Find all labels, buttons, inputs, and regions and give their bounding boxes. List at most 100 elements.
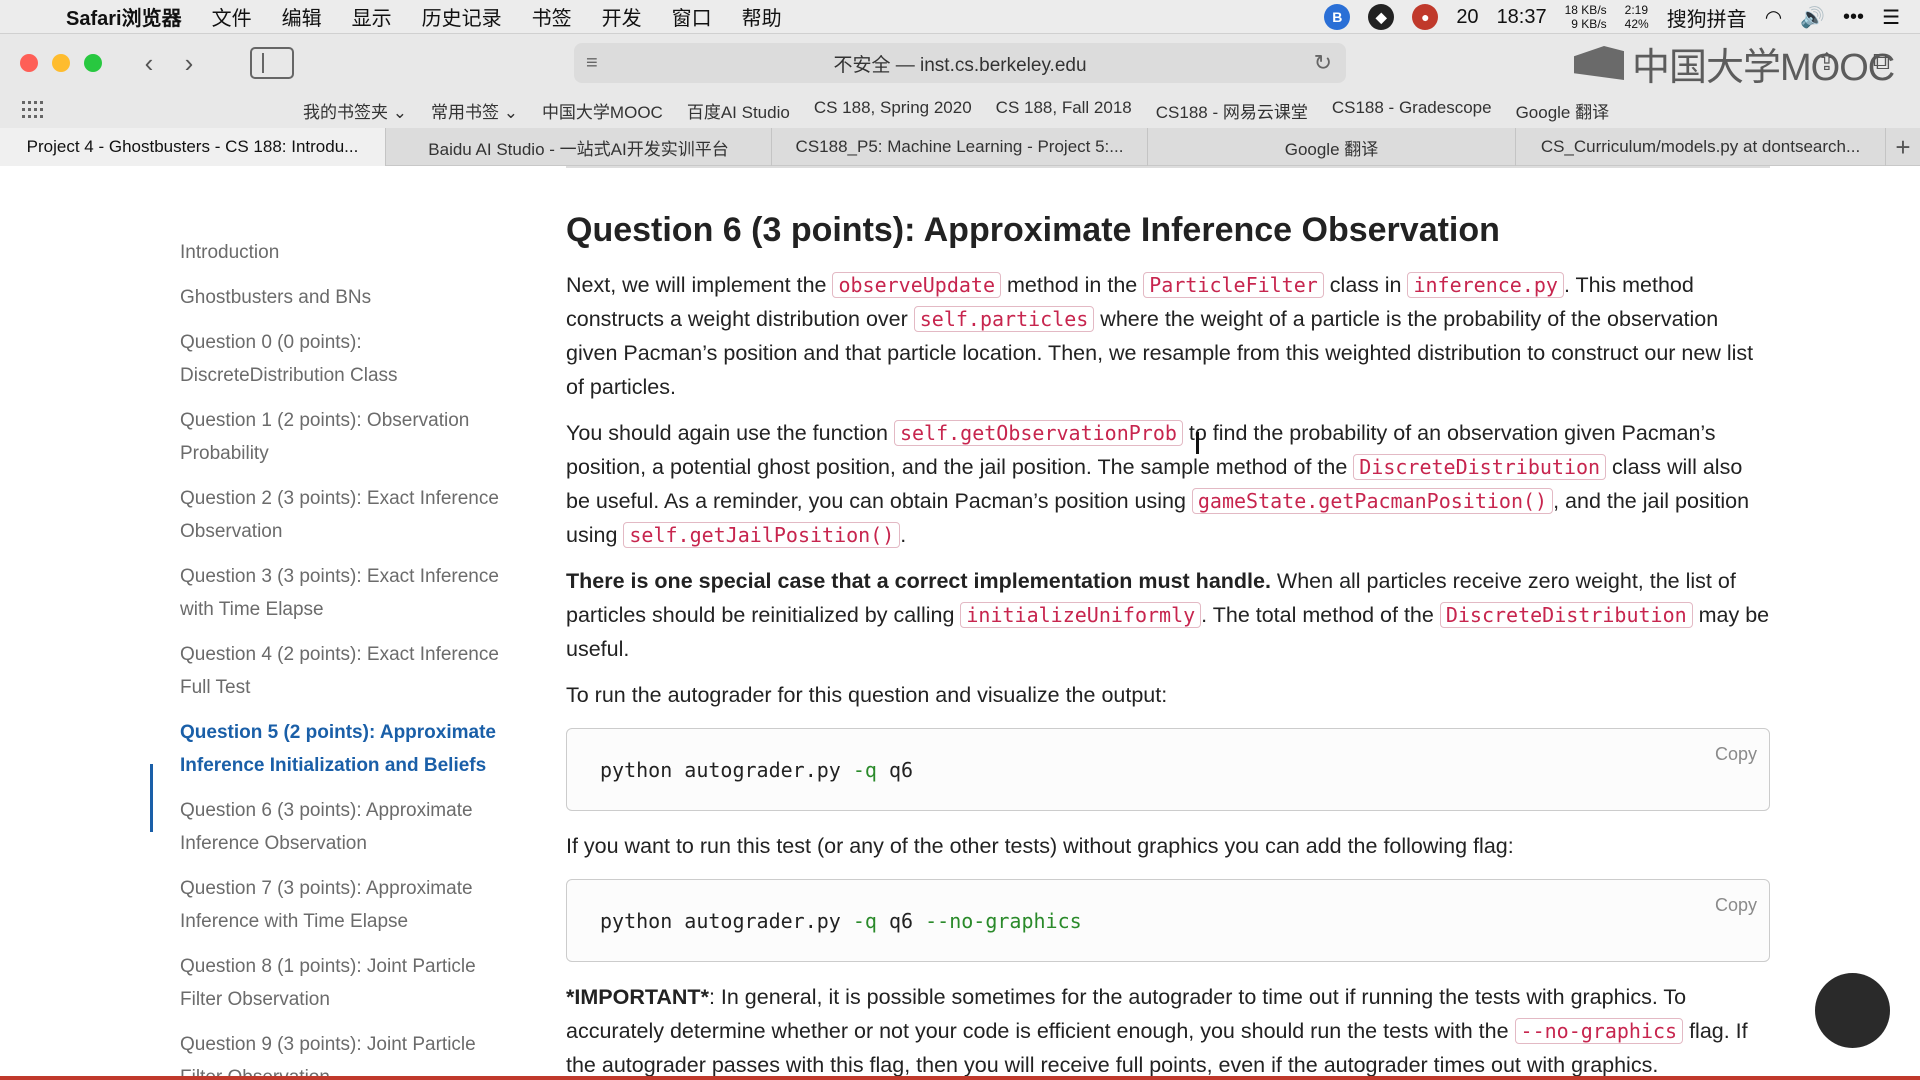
reload-icon[interactable]: ↻ <box>1314 50 1332 76</box>
apps-grid-icon[interactable] <box>22 101 44 119</box>
code-text: python autograder.py <box>600 908 853 933</box>
nav-question-8[interactable]: Question 8 (1 points): Joint Particle Fi… <box>180 950 510 1016</box>
code-initialize-uniformly: initializeUniformly <box>960 602 1202 628</box>
nav-question-5[interactable]: Question 5 (2 points): Approximate Infer… <box>180 716 510 782</box>
status-area: B ◆ ● 20 18:37 18 KB/s 9 KB/s 2:19 42% 搜… <box>1324 0 1900 34</box>
nav-introduction[interactable]: Introduction <box>180 236 510 269</box>
battery-time: 2:19 <box>1624 3 1649 17</box>
menu-develop[interactable]: 开发 <box>602 2 642 31</box>
recording-indicator-bar <box>0 1076 1920 1080</box>
menu-bar: Safari浏览器 文件 编辑 显示 历史记录 书签 开发 窗口 帮助 B ◆ … <box>0 0 1920 34</box>
code-arg: q6 <box>876 908 926 933</box>
new-tab-button[interactable]: + <box>1886 128 1920 166</box>
bluetooth-icon[interactable]: B <box>1324 4 1351 30</box>
code-get-observation-prob: self.getObservationProb <box>893 420 1183 446</box>
page-nav: Introduction Ghostbusters and BNs Questi… <box>150 236 510 1080</box>
ime-label[interactable]: 搜狗拼音 <box>1667 3 1747 32</box>
code-get-jail-position: self.getJailPosition() <box>623 522 901 548</box>
bookmark-cs188-gradescope[interactable]: CS188 - Gradescope <box>1332 98 1492 123</box>
code-discrete-distribution: DiscreteDistribution <box>1353 454 1607 480</box>
web-page: Introduction Ghostbusters and BNs Questi… <box>0 166 1920 1080</box>
wifi-icon[interactable]: ◠ <box>1765 5 1782 30</box>
battery-status[interactable]: 2:19 42% <box>1625 3 1649 31</box>
code-flag: -q <box>852 757 877 782</box>
text: . The total method of the <box>1201 603 1440 627</box>
paragraph-run-autograder: To run the autograder for this question … <box>566 683 1168 707</box>
address-text[interactable]: 不安全 — inst.cs.berkeley.edu <box>833 50 1086 77</box>
sidebar-toggle-button[interactable] <box>250 47 294 79</box>
address-bar[interactable]: ≡ 不安全 — inst.cs.berkeley.edu ↻ <box>574 43 1346 83</box>
copy-button[interactable]: Copy <box>1715 737 1757 771</box>
fullscreen-window-button[interactable] <box>84 54 102 72</box>
text: You should again use the function <box>566 421 894 445</box>
menu-bookmarks[interactable]: 书签 <box>532 2 572 31</box>
menu-safari[interactable]: Safari浏览器 <box>66 2 182 31</box>
net-down: 9 KB/s <box>1571 17 1607 31</box>
code-particle-filter: ParticleFilter <box>1143 272 1324 298</box>
toolbar-actions: ⇪ ⧉ <box>1817 48 1890 77</box>
code-discrete-distribution: DiscreteDistribution <box>1439 602 1693 628</box>
list-icon[interactable]: ☰ <box>1882 5 1900 30</box>
menu-view[interactable]: 显示 <box>352 2 392 31</box>
bookmark-cs188-fall-2018[interactable]: CS 188, Fall 2018 <box>996 98 1132 123</box>
clock-time[interactable]: 18:37 <box>1497 6 1547 29</box>
bookmark-common-folder[interactable]: 常用书签 ⌄ <box>431 98 518 123</box>
nav-question-3[interactable]: Question 3 (3 points): Exact Inference w… <box>180 560 510 626</box>
nav-active-indicator <box>150 764 153 832</box>
tab-baidu-ai-studio[interactable]: Baidu AI Studio - 一站式AI开发实训平台 <box>386 128 772 166</box>
divider <box>566 166 1770 168</box>
tab-bar: Project 4 - Ghostbusters - CS 188: Intro… <box>0 128 1920 166</box>
main-content: Question 6 (3 points): Approximate Infer… <box>566 208 1770 1080</box>
nav-question-1[interactable]: Question 1 (2 points): Observation Proba… <box>180 404 510 470</box>
bookmark-baidu-ai-studio[interactable]: 百度AI Studio <box>687 98 790 123</box>
menu-history[interactable]: 历史记录 <box>422 2 502 31</box>
code-block-no-graphics: python autograder.py -q q6 --no-graphics… <box>566 879 1770 962</box>
more-icon[interactable]: ••• <box>1843 6 1864 29</box>
nav-question-4[interactable]: Question 4 (2 points): Exact Inference F… <box>180 638 510 704</box>
back-button[interactable]: ‹ <box>132 46 166 80</box>
nav-question-6[interactable]: Question 6 (3 points): Approximate Infer… <box>180 794 510 860</box>
copy-button[interactable]: Copy <box>1715 888 1757 922</box>
app-status-icon[interactable]: ◆ <box>1368 4 1395 30</box>
floating-assistive-button[interactable] <box>1815 973 1890 1048</box>
forward-button[interactable]: › <box>172 46 206 80</box>
nav-question-2[interactable]: Question 2 (3 points): Exact Inference O… <box>180 482 510 548</box>
code-block-autograder: python autograder.py -q q6 Copy <box>566 728 1770 811</box>
net-up: 18 KB/s <box>1564 3 1607 17</box>
bookmark-mooc[interactable]: 中国大学MOOC <box>542 98 663 123</box>
tab-google-translate[interactable]: Google 翻译 <box>1148 128 1516 166</box>
text: . <box>900 523 907 547</box>
minimize-window-button[interactable] <box>52 54 70 72</box>
text: Next, we will implement the <box>566 273 833 297</box>
nav-question-0[interactable]: Question 0 (0 points): DiscreteDistribut… <box>180 326 510 392</box>
record-icon[interactable]: ● <box>1412 4 1439 30</box>
page-title: Question 6 (3 points): Approximate Infer… <box>566 211 1500 249</box>
volume-icon[interactable]: 🔊 <box>1800 5 1825 30</box>
close-window-button[interactable] <box>20 54 38 72</box>
bookmark-google-translate[interactable]: Google 翻译 <box>1516 98 1610 123</box>
menu-window[interactable]: 窗口 <box>672 2 712 31</box>
code-self-particles: self.particles <box>913 306 1095 332</box>
menu-file[interactable]: 文件 <box>212 2 252 31</box>
text: method in the <box>1001 273 1144 297</box>
tab-cs188-p5[interactable]: CS188_P5: Machine Learning - Project 5:.… <box>772 128 1148 166</box>
tab-ghostbusters[interactable]: Project 4 - Ghostbusters - CS 188: Intro… <box>0 128 386 166</box>
calendar-date[interactable]: 20 <box>1456 6 1478 29</box>
nav-ghostbusters-bns[interactable]: Ghostbusters and BNs <box>180 281 510 314</box>
bookmark-cs188-spring-2020[interactable]: CS 188, Spring 2020 <box>814 98 972 123</box>
paragraph-special-case: There is one special case that a correct… <box>566 564 1770 666</box>
reader-icon[interactable]: ≡ <box>586 52 598 75</box>
menu-help[interactable]: 帮助 <box>742 2 782 31</box>
menu-edit[interactable]: 编辑 <box>282 2 322 31</box>
bookmark-my-folder[interactable]: 我的书签夹 ⌄ <box>303 98 407 123</box>
nav-question-7[interactable]: Question 7 (3 points): Approximate Infer… <box>180 872 510 938</box>
nav-question-9[interactable]: Question 9 (3 points): Joint Particle Fi… <box>180 1028 510 1080</box>
tab-cs-curriculum[interactable]: CS_Curriculum/models.py at dontsearch... <box>1516 128 1886 166</box>
code-no-graphics-flag: --no-graphics <box>1514 1018 1684 1044</box>
paragraph-observation-prob: You should again use the function self.g… <box>566 416 1770 552</box>
share-icon[interactable]: ⇪ <box>1817 48 1837 77</box>
tabs-overview-icon[interactable]: ⧉ <box>1873 48 1890 77</box>
mooc-logo-icon <box>1574 46 1624 80</box>
paragraph-intro: Next, we will implement the observeUpdat… <box>566 268 1770 404</box>
bookmark-cs188-netease[interactable]: CS188 - 网易云课堂 <box>1156 98 1308 123</box>
